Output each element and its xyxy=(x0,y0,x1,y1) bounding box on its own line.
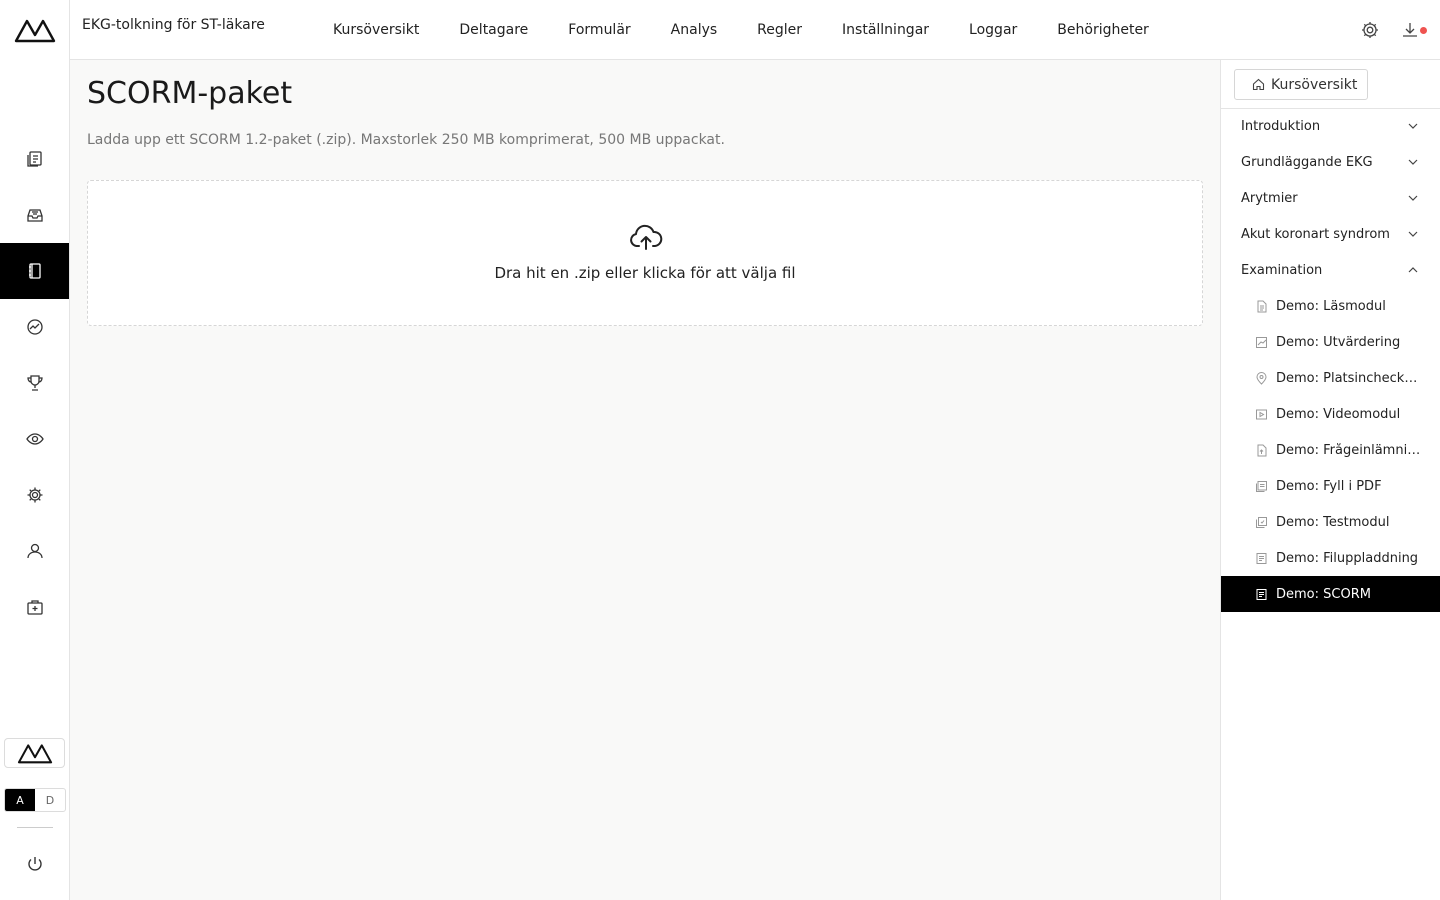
cloud-upload-icon xyxy=(630,224,663,250)
left-rail: A D xyxy=(0,0,70,900)
course-structure-panel: Kursöversikt Introduktion Grundläggande … xyxy=(1220,60,1440,900)
video-icon xyxy=(1256,409,1267,419)
rail-item-inbox[interactable] xyxy=(0,187,69,243)
power-icon xyxy=(27,857,42,871)
lesson-label: Demo: Videomodul xyxy=(1276,406,1401,422)
lesson-item[interactable]: Demo: Utvärdering xyxy=(1221,324,1440,360)
topnav-behorigheter[interactable]: Behörigheter xyxy=(1057,22,1149,38)
topnav-loggar[interactable]: Loggar xyxy=(969,22,1017,38)
lesson-item[interactable]: Demo: Platsincheckning xyxy=(1221,360,1440,396)
course-title: EKG-tolkning för ST-läkare xyxy=(82,17,265,33)
lang-option-d[interactable]: D xyxy=(35,789,65,811)
section-label: Introduktion xyxy=(1241,118,1321,134)
medical-kit-icon xyxy=(26,600,43,615)
lesson-item[interactable]: Demo: Filuppladdning xyxy=(1221,540,1440,576)
lesson-item[interactable]: Demo: Fyll i PDF xyxy=(1221,468,1440,504)
evaluation-icon xyxy=(1256,336,1267,348)
app-logo[interactable] xyxy=(14,17,56,43)
top-navigation: Kursöversikt Deltagare Formulär Analys R… xyxy=(333,0,1189,60)
top-bar: EKG-tolkning för ST-läkare Kursöversikt … xyxy=(70,0,1440,60)
file-icon xyxy=(1256,552,1267,564)
settings-gear-icon[interactable] xyxy=(1360,20,1380,40)
rail-item-user[interactable] xyxy=(0,523,69,579)
lesson-label: Demo: Filuppladdning xyxy=(1276,550,1419,566)
rail-item-trophy[interactable] xyxy=(0,355,69,411)
inbox-icon xyxy=(26,209,43,222)
rail-item-notebook[interactable] xyxy=(0,243,69,299)
download-icon[interactable] xyxy=(1400,20,1420,40)
gear-icon xyxy=(27,487,42,503)
page-description: Ladda upp ett SCORM 1.2-paket (.zip). Ma… xyxy=(87,132,725,148)
notebook-icon xyxy=(28,263,41,279)
overview-button[interactable]: Kursöversikt xyxy=(1234,69,1368,100)
location-pin-icon xyxy=(1256,371,1267,385)
overview-button-label: Kursöversikt xyxy=(1271,76,1358,93)
file-upload-icon xyxy=(1257,444,1267,456)
documents-icon xyxy=(26,151,42,167)
topnav-formular[interactable]: Formulär xyxy=(568,22,630,38)
chevron-down-icon xyxy=(1408,231,1418,237)
file-dropzone[interactable]: Dra hit en .zip eller klicka för att väl… xyxy=(87,180,1203,326)
section-examination[interactable]: Examination xyxy=(1221,252,1440,288)
chevron-up-icon xyxy=(1408,267,1418,273)
brand-button[interactable] xyxy=(4,738,65,768)
rail-item-medical-kit[interactable] xyxy=(0,579,69,635)
test-icon xyxy=(1256,516,1267,528)
chevron-down-icon xyxy=(1408,159,1418,165)
topnav-installningar[interactable]: Inställningar xyxy=(842,22,929,38)
topnav-kursoversikt[interactable]: Kursöversikt xyxy=(333,22,419,38)
brand-logo-icon xyxy=(17,744,52,764)
trophy-icon xyxy=(26,375,43,391)
dropzone-text: Dra hit en .zip eller klicka för att väl… xyxy=(494,264,796,282)
section-label: Arytmier xyxy=(1241,190,1298,206)
lesson-item[interactable]: Demo: Läsmodul xyxy=(1221,288,1440,324)
page-title: SCORM-paket xyxy=(87,76,293,111)
topnav-analys[interactable]: Analys xyxy=(671,22,718,38)
lesson-item-active[interactable]: Demo: SCORM xyxy=(1221,576,1440,612)
section-akut-koronart-syndrom[interactable]: Akut koronart syndrom xyxy=(1221,216,1440,252)
lesson-label: Demo: Fyll i PDF xyxy=(1276,478,1382,494)
pdf-icon xyxy=(1256,480,1267,492)
user-icon xyxy=(26,543,43,559)
rail-item-analytics[interactable] xyxy=(0,299,69,355)
lesson-label: Demo: Frågeinlämning xyxy=(1276,442,1421,458)
language-toggle: A D xyxy=(4,788,66,812)
scorm-icon xyxy=(1256,588,1267,600)
logout-button[interactable] xyxy=(0,836,69,892)
rail-item-settings[interactable] xyxy=(0,467,69,523)
section-label: Grundläggande EKG xyxy=(1241,154,1373,170)
lang-option-a[interactable]: A xyxy=(5,789,35,811)
lesson-label: Demo: Utvärdering xyxy=(1276,334,1401,350)
section-arytmier[interactable]: Arytmier xyxy=(1221,180,1440,216)
section-label: Akut koronart syndrom xyxy=(1241,226,1390,242)
rail-divider xyxy=(17,827,53,828)
analytics-icon xyxy=(26,319,43,335)
rail-item-documents[interactable] xyxy=(0,131,69,187)
notification-dot xyxy=(1420,27,1427,34)
section-label: Examination xyxy=(1241,262,1323,278)
topnav-regler[interactable]: Regler xyxy=(757,22,802,38)
section-introduktion[interactable]: Introduktion xyxy=(1221,108,1440,144)
home-icon xyxy=(1252,78,1265,91)
lesson-label: Demo: Testmodul xyxy=(1276,514,1390,530)
eye-icon xyxy=(25,433,44,445)
chevron-down-icon xyxy=(1408,195,1418,201)
chevron-down-icon xyxy=(1408,123,1418,129)
rail-item-eye[interactable] xyxy=(0,411,69,467)
lesson-label: Demo: SCORM xyxy=(1276,586,1371,602)
lesson-item[interactable]: Demo: Frågeinlämning xyxy=(1221,432,1440,468)
main-content: SCORM-paket Ladda upp ett SCORM 1.2-pake… xyxy=(70,60,1220,900)
lesson-label: Demo: Läsmodul xyxy=(1276,298,1386,314)
topnav-deltagare[interactable]: Deltagare xyxy=(459,22,528,38)
lesson-item[interactable]: Demo: Testmodul xyxy=(1221,504,1440,540)
document-icon xyxy=(1257,300,1267,312)
section-grundlaggande-ekg[interactable]: Grundläggande EKG xyxy=(1221,144,1440,180)
lesson-item[interactable]: Demo: Videomodul xyxy=(1221,396,1440,432)
lesson-label: Demo: Platsincheckning xyxy=(1276,370,1421,386)
